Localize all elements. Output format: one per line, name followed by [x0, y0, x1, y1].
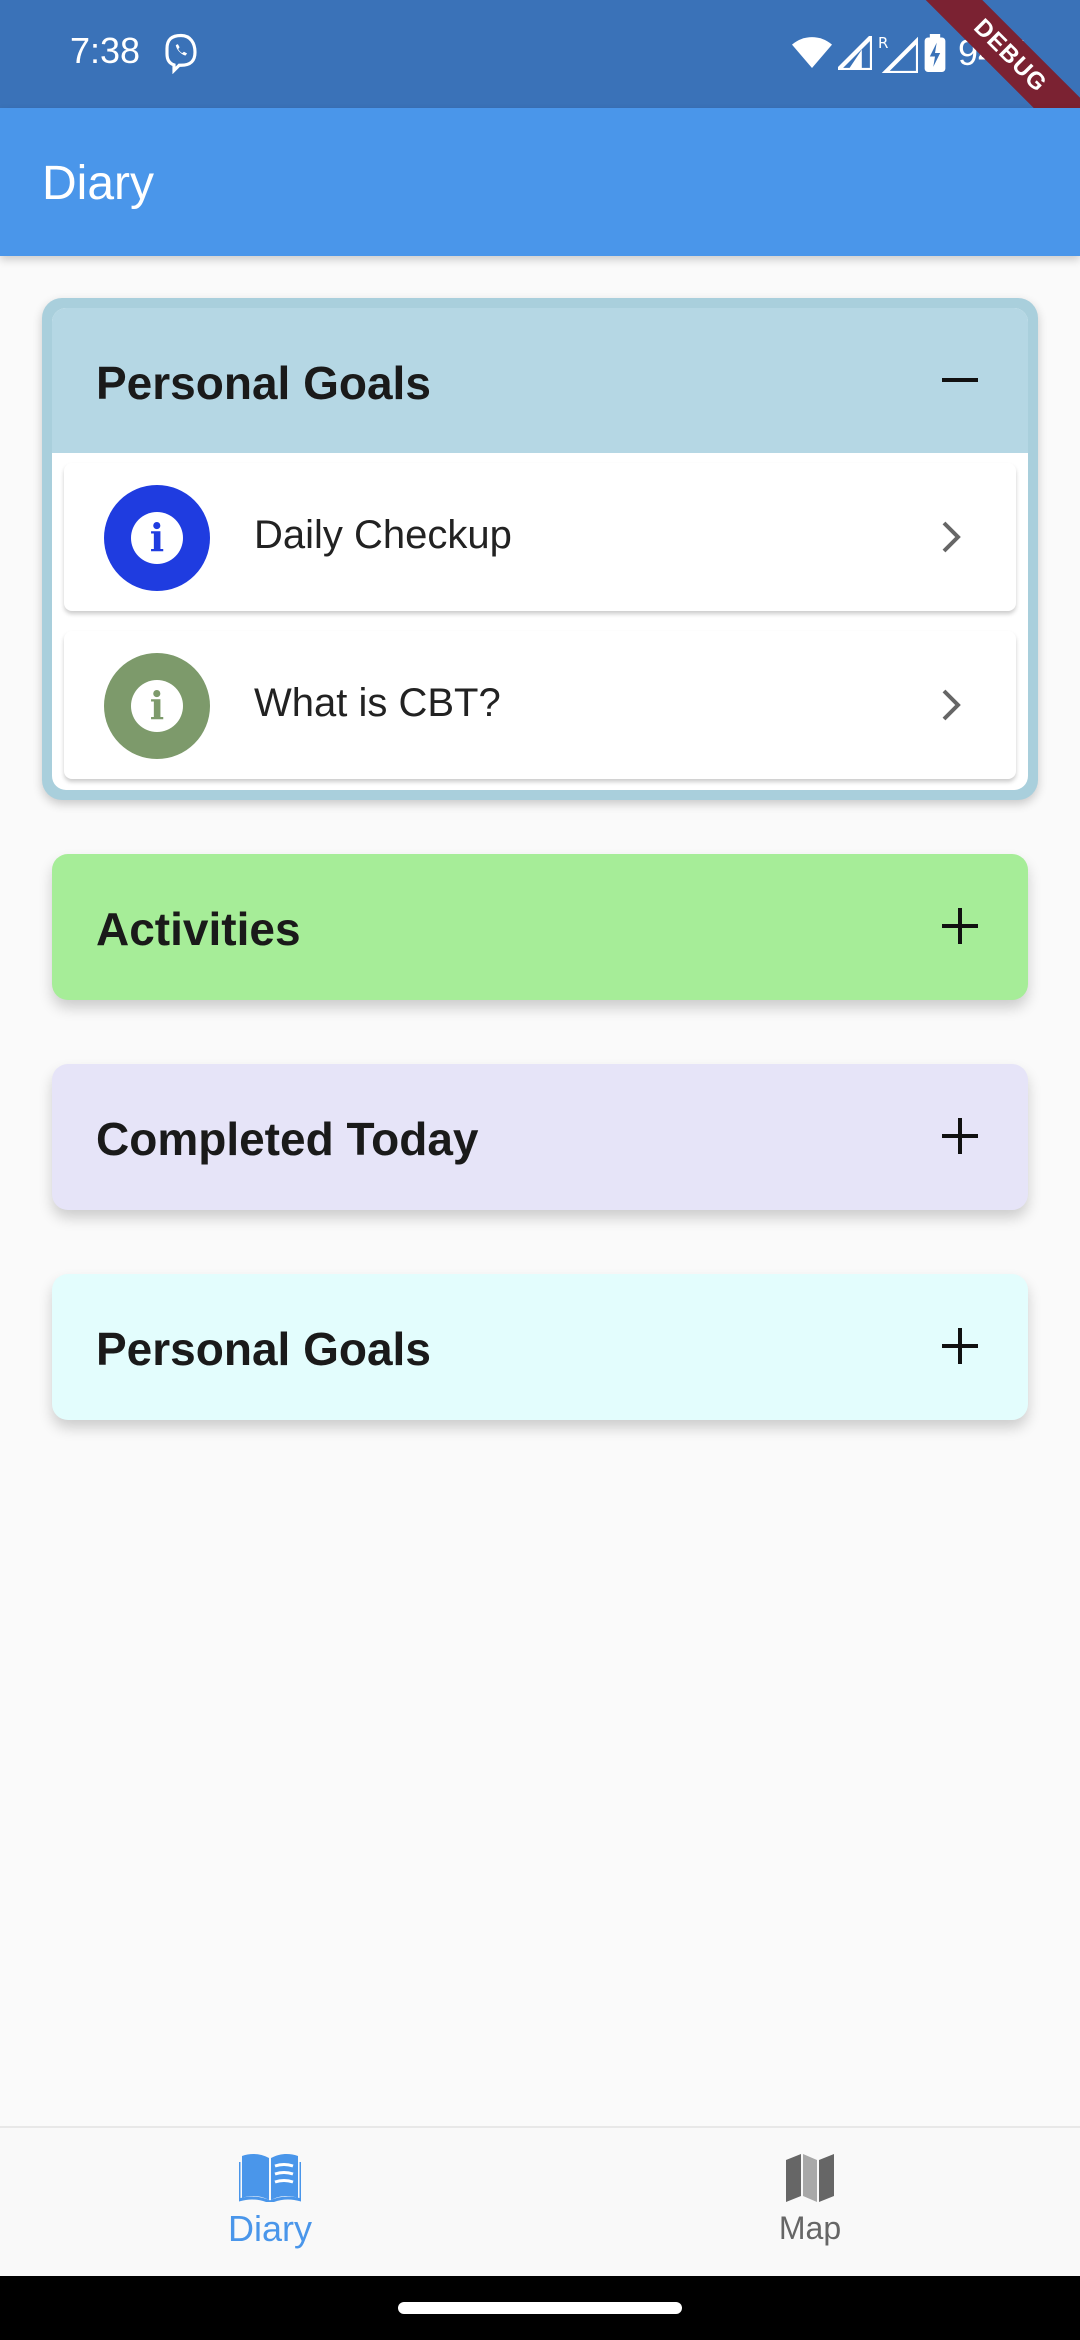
expansion-panel-header[interactable]: Personal Goals — [52, 308, 1028, 453]
expansion-panel-completed-today[interactable]: Completed Today — [52, 1064, 1028, 1210]
list-item-label: Daily Checkup — [254, 513, 512, 557]
list-item-what-is-cbt[interactable]: i What is CBT? — [64, 631, 1016, 779]
home-gesture-handle[interactable] — [398, 2302, 682, 2314]
page-title: Diary — [42, 157, 155, 210]
plus-icon[interactable] — [940, 1116, 980, 1156]
panel-title: Activities — [96, 903, 301, 955]
system-navigation-bar — [0, 2276, 1080, 2340]
list-item-label: What is CBT? — [254, 681, 501, 725]
viber-icon — [165, 33, 197, 74]
expansion-panel-personal-goals-expanded: Personal Goals i Daily Checkup i What is… — [42, 298, 1038, 800]
book-icon — [239, 2153, 301, 2202]
nav-label: Diary — [227, 2208, 312, 2249]
list-item-daily-checkup[interactable]: i Daily Checkup — [64, 463, 1016, 611]
expansion-panel-body: Personal Goals i Daily Checkup i What is… — [52, 308, 1028, 790]
signal-icon — [837, 36, 872, 70]
minus-icon[interactable] — [940, 360, 980, 400]
battery-icon — [924, 34, 946, 72]
nav-label: Map — [778, 2210, 842, 2246]
bottom-navigation: Diary Map — [0, 2126, 1080, 2276]
svg-text:R: R — [878, 34, 888, 52]
info-icon: i — [104, 653, 210, 759]
status-bar: 7:38 R 94% DEBUG — [0, 0, 1080, 163]
panel-title: Personal Goals — [96, 1323, 431, 1375]
status-time: 7:38 — [70, 30, 141, 71]
expansion-panel-personal-goals[interactable]: Personal Goals — [52, 1274, 1028, 1420]
chevron-right-icon — [942, 689, 961, 721]
nav-item-map[interactable]: Map — [710, 2152, 910, 2247]
panel-title: Personal Goals — [96, 357, 431, 409]
app-bar: Diary — [0, 108, 1080, 256]
chevron-right-icon — [942, 521, 961, 553]
nav-item-diary[interactable]: Diary — [170, 2152, 370, 2250]
map-icon — [786, 2154, 834, 2202]
plus-icon[interactable] — [940, 906, 980, 946]
expansion-panel-activities[interactable]: Activities — [52, 854, 1028, 1000]
plus-icon[interactable] — [940, 1326, 980, 1366]
panel-title: Completed Today — [96, 1113, 479, 1165]
info-icon: i — [104, 485, 210, 591]
wifi-icon — [791, 37, 832, 68]
roaming-signal-icon: R — [878, 34, 918, 73]
